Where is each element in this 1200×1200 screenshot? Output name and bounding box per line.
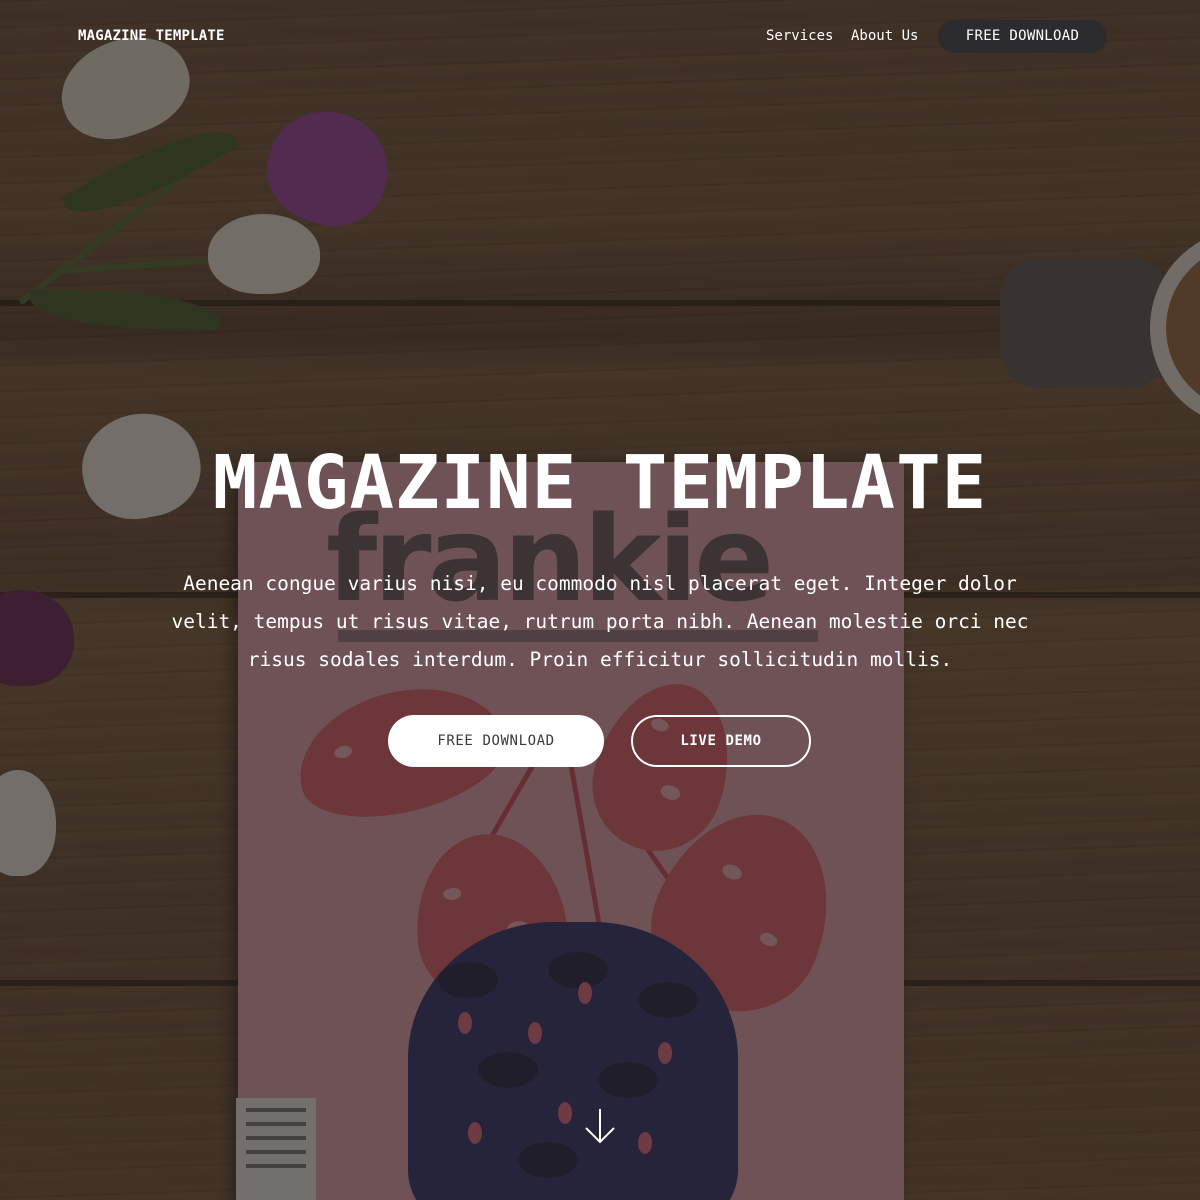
- free-download-button[interactable]: FREE DOWNLOAD: [388, 715, 604, 767]
- hero-title: MAGAZINE TEMPLATE: [212, 440, 988, 526]
- nav-free-download-button[interactable]: FREE DOWNLOAD: [938, 20, 1107, 53]
- nav-link-about-us[interactable]: About Us: [851, 28, 918, 44]
- nav-link-services[interactable]: Services: [766, 28, 833, 44]
- navbar: MAGAZINE TEMPLATE Services About Us FREE…: [0, 0, 1200, 74]
- hero-description: Aenean congue varius nisi, eu commodo ni…: [171, 572, 1029, 671]
- brand-logo[interactable]: MAGAZINE TEMPLATE: [78, 28, 225, 44]
- live-demo-button[interactable]: LIVE DEMO: [631, 715, 811, 767]
- arrow-down-icon[interactable]: [582, 1106, 618, 1146]
